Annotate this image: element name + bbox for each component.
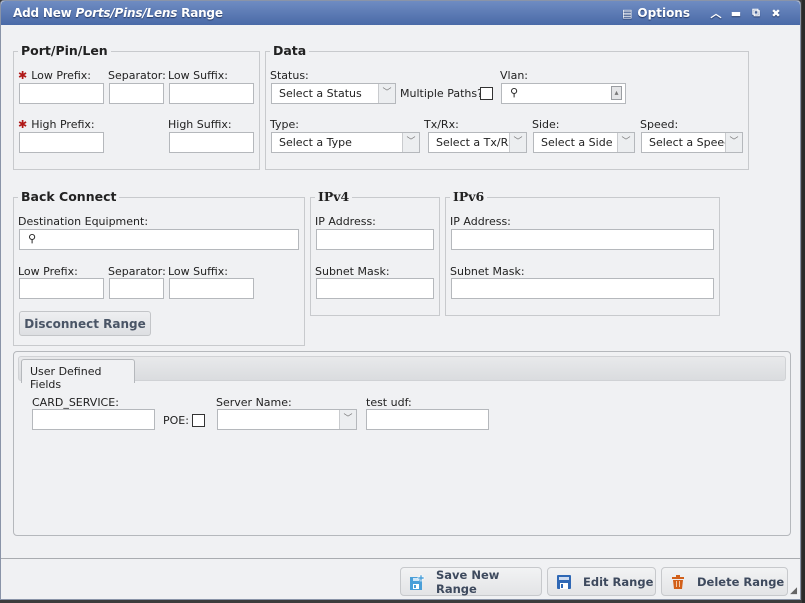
ipv4-legend: IPv4 xyxy=(315,189,353,204)
type-label: Type: xyxy=(270,118,299,131)
delete-range-button[interactable]: Delete Range xyxy=(661,567,788,596)
chevron-down-icon: ﹀ xyxy=(617,133,634,152)
txrx-label: Tx/Rx: xyxy=(424,118,459,131)
destination-equipment-label: Destination Equipment: xyxy=(18,215,149,228)
save-new-range-button[interactable]: Save New Range xyxy=(400,567,542,596)
ipv4-subnet-label: Subnet Mask: xyxy=(315,265,390,278)
chevron-down-icon: ﹀ xyxy=(378,84,395,103)
back-connect-legend: Back Connect xyxy=(18,189,120,204)
bc-low-prefix-label: Low Prefix: xyxy=(18,265,78,278)
dialog-title: Add New Ports/Pins/Lens Range xyxy=(13,6,223,20)
chevron-down-icon: ﹀ xyxy=(339,410,356,429)
ipv6-group: IPv6 IP Address: Subnet Mask: xyxy=(445,189,720,316)
port-pin-len-group: Port/Pin/Len ✱ Low Prefix: Separator: Low… xyxy=(13,43,260,170)
ipv4-ip-input[interactable] xyxy=(316,229,434,250)
ipv6-ip-label: IP Address: xyxy=(450,215,511,228)
search-icon: ⚲ xyxy=(510,86,519,99)
chevron-down-icon: ﹀ xyxy=(509,133,526,152)
ipv6-subnet-input[interactable] xyxy=(451,278,714,299)
multiple-paths-label: Multiple Paths?: xyxy=(400,87,487,100)
delete-range-label: Delete Range xyxy=(697,574,785,589)
high-prefix-label: ✱ High Prefix: xyxy=(18,118,95,131)
dialog-titlebar[interactable]: Add New Ports/Pins/Lens Range ▤ Options … xyxy=(1,1,800,25)
save-new-icon xyxy=(409,574,425,590)
server-name-label: Server Name: xyxy=(216,396,292,409)
high-prefix-input[interactable] xyxy=(19,132,104,153)
edit-range-label: Edit Range xyxy=(583,574,654,589)
chevron-down-icon: ﹀ xyxy=(725,133,742,152)
ipv4-ip-label: IP Address: xyxy=(315,215,376,228)
high-suffix-input[interactable] xyxy=(169,132,254,153)
lookup-picker-icon[interactable]: ▴ xyxy=(611,86,622,100)
status-label: Status: xyxy=(270,69,309,82)
edit-range-button[interactable]: Edit Range xyxy=(547,567,656,596)
list-icon: ▤ xyxy=(622,6,633,20)
side-label: Side: xyxy=(532,118,560,131)
bc-low-suffix-input[interactable] xyxy=(169,278,254,299)
speed-label: Speed: xyxy=(640,118,679,131)
test-udf-input[interactable] xyxy=(366,409,489,430)
disconnect-range-button[interactable]: Disconnect Range xyxy=(19,311,151,336)
destination-equipment-input[interactable]: ⚲ xyxy=(19,229,299,250)
ipv4-subnet-input[interactable] xyxy=(316,278,434,299)
poe-label: POE: xyxy=(163,414,189,427)
low-suffix-input[interactable] xyxy=(169,83,254,104)
floppy-disk-icon xyxy=(556,574,572,590)
udf-tabstrip: User Defined Fields xyxy=(18,356,786,391)
resize-grip-icon[interactable]: ◢ xyxy=(790,586,797,596)
ipv6-ip-input[interactable] xyxy=(451,229,714,250)
low-prefix-label: ✱ Low Prefix: xyxy=(18,69,92,82)
txrx-select[interactable]: Select a Tx/Rx ﹀ xyxy=(428,132,527,153)
minimize-icon[interactable]: ▬ xyxy=(726,7,746,20)
speed-select[interactable]: Select a Speed ﹀ xyxy=(641,132,743,153)
popout-icon[interactable]: ⧉ xyxy=(746,6,766,20)
close-icon[interactable]: ✖ xyxy=(766,7,786,20)
side-select[interactable]: Select a Side ﹀ xyxy=(533,132,635,153)
ipv6-legend: IPv6 xyxy=(450,189,488,204)
options-menu-button[interactable]: ▤ Options xyxy=(622,6,690,20)
add-range-dialog: Add New Ports/Pins/Lens Range ▤ Options … xyxy=(0,0,801,600)
high-suffix-label: High Suffix: xyxy=(168,118,232,131)
chevron-down-icon: ﹀ xyxy=(402,133,419,152)
tab-user-defined-fields[interactable]: User Defined Fields xyxy=(21,359,135,391)
vlan-lookup-input[interactable]: ⚲ ▴ xyxy=(501,83,626,104)
udf-tab-panel: User Defined Fields CARD_SERVICE: POE: S… xyxy=(13,351,791,536)
low-suffix-label: Low Suffix: xyxy=(168,69,228,82)
bc-low-prefix-input[interactable] xyxy=(19,278,104,299)
separator-label: Separator: xyxy=(108,69,166,82)
multiple-paths-checkbox[interactable] xyxy=(480,87,493,100)
required-icon: ✱ xyxy=(18,69,28,82)
footer-divider xyxy=(1,558,800,559)
type-select[interactable]: Select a Type ﹀ xyxy=(271,132,420,153)
back-connect-group: Back Connect Destination Equipment: ⚲ Lo… xyxy=(13,189,305,346)
save-new-range-label: Save New Range xyxy=(436,567,500,596)
data-legend: Data xyxy=(270,43,310,58)
card-service-label: CARD_SERVICE: xyxy=(32,396,119,409)
ipv6-subnet-label: Subnet Mask: xyxy=(450,265,525,278)
card-service-input[interactable] xyxy=(32,409,155,430)
search-icon: ⚲ xyxy=(28,232,37,245)
bc-separator-label: Separator: xyxy=(108,265,166,278)
low-prefix-input[interactable] xyxy=(19,83,104,104)
status-select[interactable]: Select a Status ﹀ xyxy=(271,83,396,104)
port-pin-len-legend: Port/Pin/Len xyxy=(18,43,111,58)
test-udf-label: test udf: xyxy=(366,396,412,409)
server-name-select[interactable]: ﹀ xyxy=(217,409,357,430)
ipv4-group: IPv4 IP Address: Subnet Mask: xyxy=(310,189,440,316)
collapse-icon[interactable]: ︿ xyxy=(706,5,726,21)
options-label: Options xyxy=(637,6,690,20)
trash-icon xyxy=(670,574,686,590)
required-icon: ✱ xyxy=(18,118,28,131)
poe-checkbox[interactable] xyxy=(192,414,205,427)
vlan-label: Vlan: xyxy=(500,69,528,82)
data-group: Data Status: Select a Status ﹀ Multiple P… xyxy=(265,43,749,170)
bc-separator-input[interactable] xyxy=(109,278,164,299)
separator-input[interactable] xyxy=(109,83,164,104)
bc-low-suffix-label: Low Suffix: xyxy=(168,265,228,278)
